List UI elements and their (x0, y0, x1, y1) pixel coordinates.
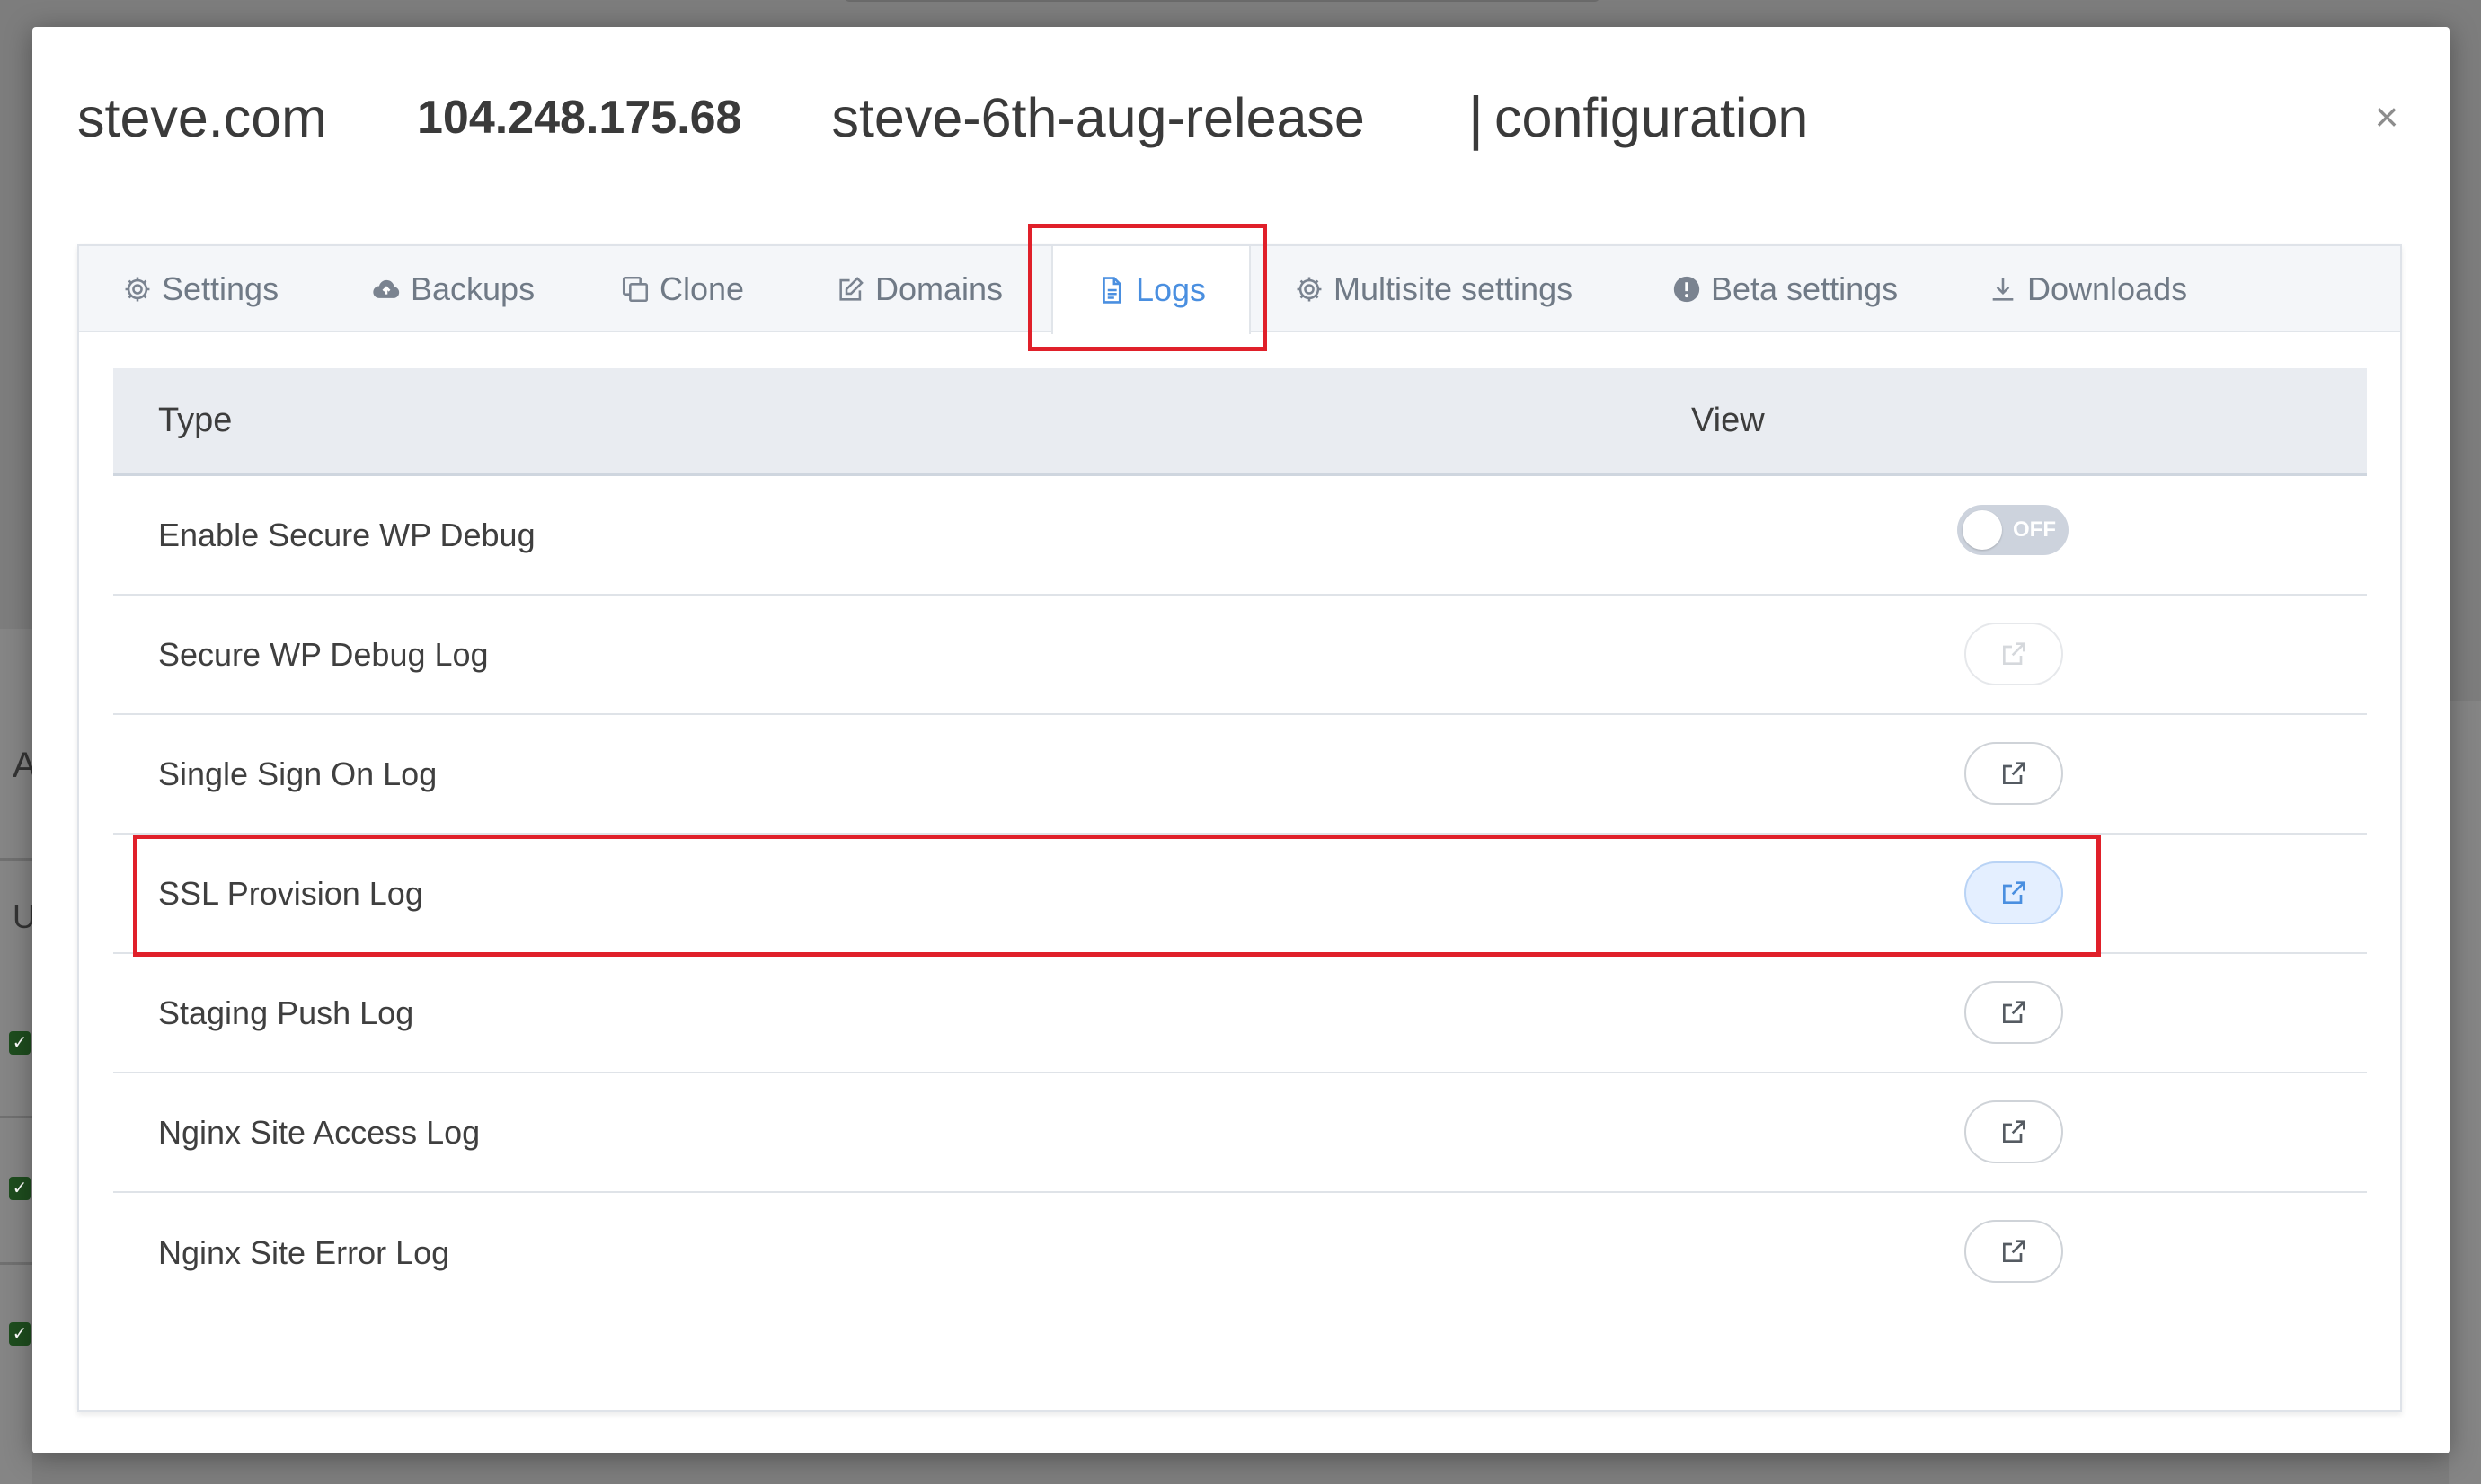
background-page-left: A U ✓ ✓ ✓ (0, 629, 37, 1484)
tab-logs[interactable]: Logs (1051, 246, 1251, 334)
tab-label: Domains (875, 270, 1004, 307)
tab-label: Settings (162, 270, 279, 307)
external-link-icon (2003, 1120, 2025, 1143)
edit-icon (839, 277, 864, 301)
tab-multisite-settings[interactable]: Multisite settings (1294, 246, 1573, 332)
table-row: Nginx Site Access Log (113, 1073, 2367, 1193)
view-log-button[interactable] (1964, 742, 2063, 805)
external-link-icon (2003, 762, 2025, 784)
external-link-icon (2003, 642, 2025, 665)
tab-domains[interactable]: Domains (836, 246, 1003, 332)
background-checkbox: ✓ (9, 1177, 31, 1200)
background-checkbox: ✓ (9, 1322, 31, 1346)
external-link-icon (2003, 1001, 2025, 1023)
table-row: Staging Push Log (113, 954, 2367, 1073)
title-separator: | (1467, 84, 1484, 151)
tab-clone[interactable]: Clone (620, 246, 744, 332)
row-label: Nginx Site Error Log (158, 1233, 450, 1271)
server-ip: 104.248.175.68 (417, 92, 742, 144)
copy-icon (622, 276, 649, 303)
toggle-knob (1963, 510, 2002, 550)
tab-downloads[interactable]: Downloads (1988, 246, 2187, 332)
background-divider (0, 858, 32, 861)
secure-wp-debug-toggle[interactable]: OFF (1957, 505, 2069, 555)
tab-backups[interactable]: Backups (371, 246, 535, 332)
tab-label: Backups (411, 270, 536, 307)
row-label: Enable Secure WP Debug (158, 516, 536, 553)
table-row: Single Sign On Log (113, 715, 2367, 835)
row-label: SSL Provision Log (158, 874, 423, 912)
tab-label: Clone (660, 270, 745, 307)
view-log-button[interactable] (1964, 1100, 2063, 1163)
column-header-type: Type (158, 402, 233, 439)
site-name: steve.com (77, 87, 327, 148)
background-page-right (2449, 701, 2481, 1484)
table-row: Enable Secure WP Debug OFF (113, 476, 2367, 596)
view-log-button[interactable] (1964, 861, 2063, 924)
gear-icon (125, 277, 150, 302)
external-link-icon (2003, 1240, 2025, 1262)
row-label: Nginx Site Access Log (158, 1113, 481, 1151)
gear-icon (1297, 277, 1322, 302)
view-log-button[interactable] (1964, 1220, 2063, 1283)
configuration-modal: steve.com 104.248.175.68 steve-6th-aug-r… (32, 27, 2450, 1453)
view-log-button[interactable] (1964, 981, 2063, 1044)
tab-beta-settings[interactable]: Beta settings (1671, 246, 1898, 332)
alert-circle-icon (1673, 276, 1700, 303)
logs-table: Type View Enable Secure WP Debug OFF Sec… (113, 368, 2367, 1312)
view-log-button[interactable] (1964, 623, 2063, 685)
background-search-bar (845, 0, 1599, 2)
modal-title: configuration (1494, 87, 1809, 148)
table-header: Type View (113, 368, 2367, 476)
background-checkbox: ✓ (9, 1031, 31, 1055)
table-row: Nginx Site Error Log (113, 1193, 2367, 1312)
row-label: Staging Push Log (158, 994, 414, 1031)
tab-bar: Settings Backups Clone Domains Logs Mult… (79, 246, 2400, 334)
toggle-state-label: OFF (2013, 517, 2056, 542)
environment-name: steve-6th-aug-release (831, 87, 1365, 148)
download-icon (1992, 278, 2014, 301)
document-icon (1103, 277, 1121, 304)
close-icon[interactable]: × (2369, 96, 2405, 137)
row-label: Single Sign On Log (158, 755, 438, 792)
cloud-upload-icon (373, 279, 400, 298)
row-label: Secure WP Debug Log (158, 635, 489, 673)
tab-settings[interactable]: Settings (122, 246, 279, 332)
config-panel: Settings Backups Clone Domains Logs Mult… (77, 244, 2402, 1412)
modal-header: steve.com 104.248.175.68 steve-6th-aug-r… (77, 77, 1808, 158)
background-divider (0, 1116, 32, 1118)
table-row: SSL Provision Log (113, 835, 2367, 954)
table-row: Secure WP Debug Log (113, 596, 2367, 715)
tab-label: Multisite settings (1334, 270, 1573, 307)
tab-label: Logs (1135, 271, 1207, 308)
background-divider (0, 1262, 32, 1265)
tab-label: Downloads (2027, 270, 2188, 307)
column-header-view: View (1691, 402, 1765, 439)
external-link-icon (2003, 881, 2025, 904)
tab-label: Beta settings (1711, 270, 1899, 307)
